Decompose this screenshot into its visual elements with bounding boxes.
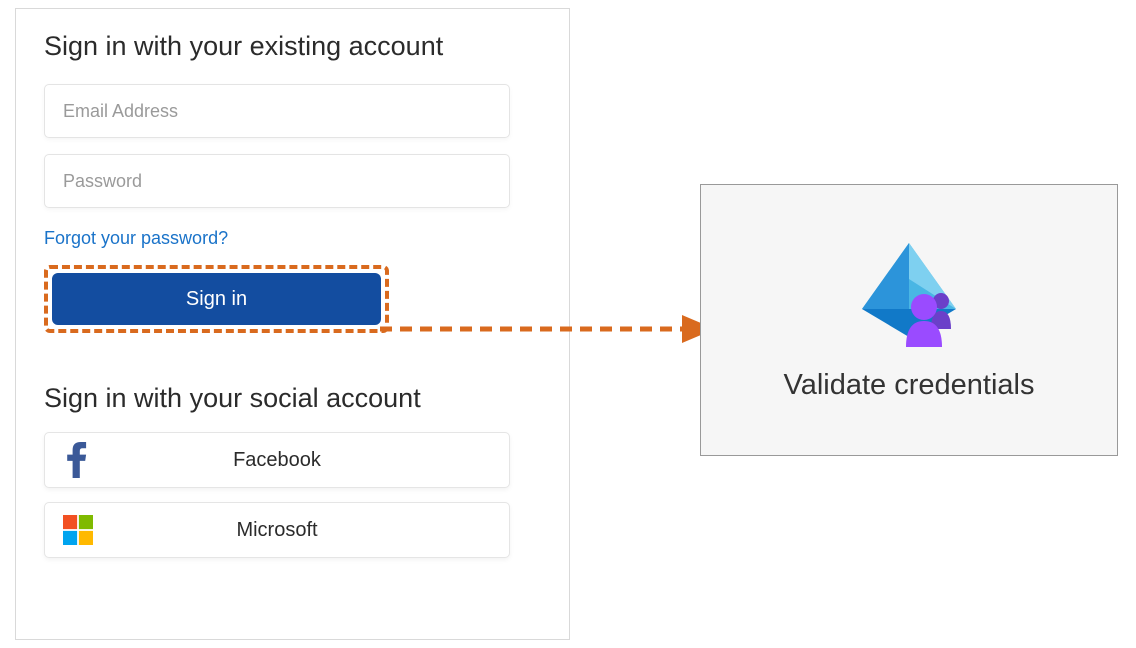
signin-button[interactable]: Sign in [52, 273, 381, 325]
validate-credentials-icon [854, 239, 964, 347]
email-field[interactable] [44, 84, 510, 138]
microsoft-signin-button[interactable]: Microsoft [44, 502, 510, 558]
facebook-icon [61, 443, 95, 477]
microsoft-icon [61, 513, 95, 547]
facebook-signin-button[interactable]: Facebook [44, 432, 510, 488]
existing-account-title: Sign in with your existing account [44, 31, 541, 62]
forgot-password-link[interactable]: Forgot your password? [44, 228, 228, 249]
validate-credentials-label: Validate credentials [784, 369, 1035, 402]
validate-credentials-box: Validate credentials [700, 184, 1118, 456]
signin-panel: Sign in with your existing account Forgo… [15, 8, 570, 640]
microsoft-label: Microsoft [95, 519, 493, 542]
social-account-title: Sign in with your social account [44, 383, 541, 414]
facebook-label: Facebook [95, 449, 493, 472]
signin-button-highlight: Sign in [44, 265, 389, 333]
password-field[interactable] [44, 154, 510, 208]
